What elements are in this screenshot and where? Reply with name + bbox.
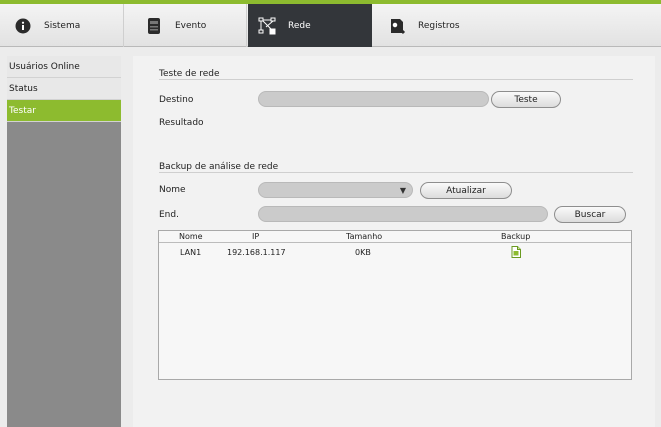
tab-sistema[interactable]: Sistema xyxy=(0,4,124,47)
table-row[interactable]: LAN1 192.168.1.117 0KB xyxy=(159,246,631,260)
camera-icon xyxy=(145,17,163,35)
tab-label: Registros xyxy=(418,20,460,31)
file-icon[interactable] xyxy=(511,246,521,261)
cell-nome: LAN1 xyxy=(180,248,202,257)
section-divider xyxy=(159,172,633,173)
column-header-backup: Backup xyxy=(501,232,531,241)
cell-ip: 192.168.1.117 xyxy=(227,248,286,257)
sidebar: Usuários Online Status Testar xyxy=(7,56,121,427)
sidebar-item-usuarios-online[interactable]: Usuários Online xyxy=(7,56,121,78)
nome-select[interactable]: ▼ xyxy=(258,182,413,198)
destino-input[interactable] xyxy=(258,91,489,107)
tab-label: Sistema xyxy=(44,20,81,31)
sidebar-item-status[interactable]: Status xyxy=(7,78,121,100)
atualizar-button[interactable]: Atualizar xyxy=(420,182,512,199)
nome-label: Nome xyxy=(159,185,186,195)
column-header-nome: Nome xyxy=(179,232,203,241)
section-title-backup: Backup de análise de rede xyxy=(159,162,279,172)
destino-label: Destino xyxy=(159,95,194,105)
tab-label: Evento xyxy=(175,20,207,31)
cell-tamanho: 0KB xyxy=(355,248,371,257)
content-panel: Teste de rede Destino Teste Resultado Ba… xyxy=(133,56,655,427)
backup-table: Nome IP Tamanho Backup LAN1 192.168.1.11… xyxy=(158,230,632,380)
section-divider xyxy=(159,79,633,80)
tab-label: Rede xyxy=(288,20,311,31)
column-header-tamanho: Tamanho xyxy=(346,232,383,241)
log-icon xyxy=(388,17,406,35)
resultado-label: Resultado xyxy=(159,118,204,128)
chevron-down-icon[interactable]: ▼ xyxy=(400,186,406,195)
end-label: End. xyxy=(159,210,179,220)
column-header-ip: IP xyxy=(252,232,260,241)
network-icon xyxy=(258,17,276,35)
teste-button[interactable]: Teste xyxy=(491,91,561,108)
tab-registros[interactable]: Registros xyxy=(372,4,496,47)
info-icon xyxy=(14,17,32,35)
sidebar-item-testar[interactable]: Testar xyxy=(7,100,121,122)
tab-rede[interactable]: Rede xyxy=(248,4,372,47)
main-tab-bar: Sistema Evento Rede Registros xyxy=(0,4,661,47)
tab-evento[interactable]: Evento xyxy=(124,4,247,47)
end-input[interactable] xyxy=(258,206,548,222)
section-title-teste-de-rede: Teste de rede xyxy=(159,69,220,79)
table-header: Nome IP Tamanho Backup xyxy=(159,231,631,243)
buscar-button[interactable]: Buscar xyxy=(554,206,626,223)
